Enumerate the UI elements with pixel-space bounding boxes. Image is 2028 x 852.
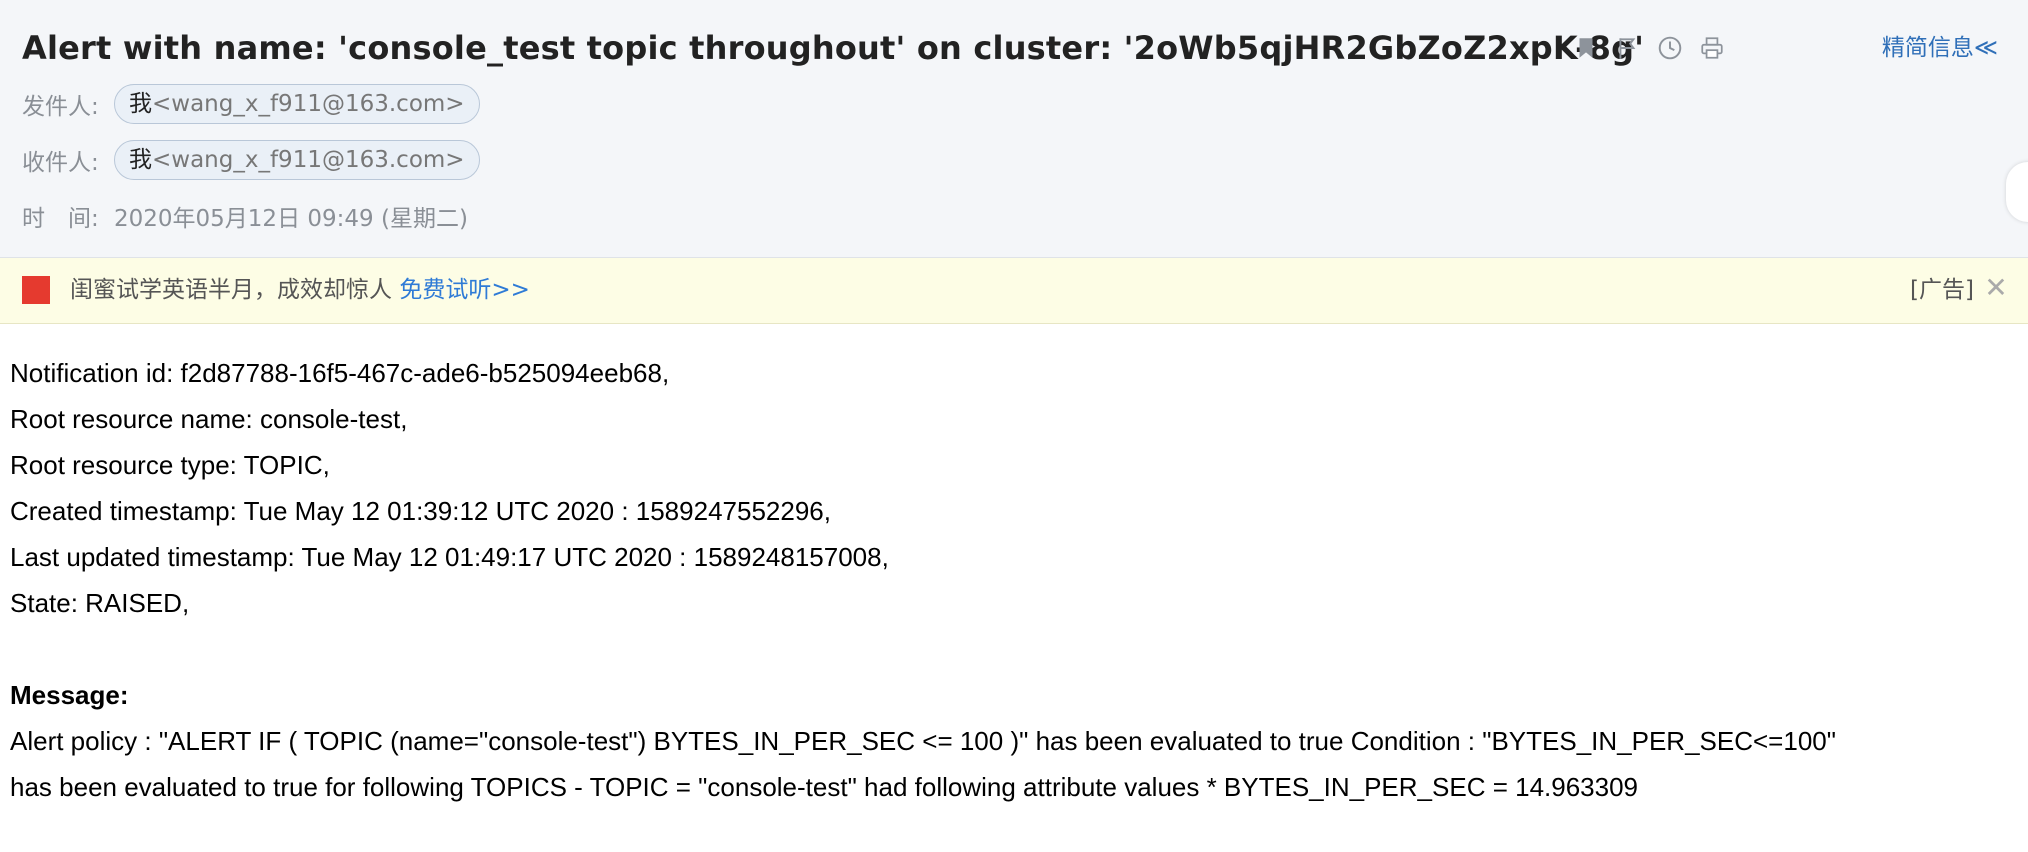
ad-link[interactable]: 免费试听>> [399,277,530,303]
recipient-contact-pill[interactable]: 我<wang_x_f911@163.com> [114,140,480,180]
email-subject: Alert with name: 'console_test topic thr… [22,29,1645,67]
print-icon[interactable] [1696,32,1728,64]
sender-me: 我 [129,91,152,117]
message-title: Message: [10,680,129,710]
recipient-row: 收件人: 我<wang_x_f911@163.com> [22,139,480,181]
ad-banner: 闺蜜试学英语半月，成效却惊人 免费试听>> [广告] ✕ [0,258,2028,324]
close-icon[interactable]: ✕ [1982,270,2010,306]
time-value: 2020年05月12日 09:49 (星期二) [114,206,468,232]
body-line: Root resource type: TOPIC, [10,450,330,480]
side-panel-handle[interactable] [2006,162,2028,222]
body-line: Root resource name: console-test, [10,404,408,434]
sender-row: 发件人: 我<wang_x_f911@163.com> [22,83,480,125]
ad-tag: [广告] [1910,277,1974,303]
recipient-address: <wang_x_f911@163.com> [152,147,465,173]
ad-text: 闺蜜试学英语半月，成效却惊人 [70,277,392,303]
body-line: Created timestamp: Tue May 12 01:39:12 U… [10,496,831,526]
mail-header: Alert with name: 'console_test topic thr… [0,0,2028,258]
recipient-label: 收件人: [22,150,99,176]
sender-label: 发件人: [22,94,99,120]
body-line: Last updated timestamp: Tue May 12 01:49… [10,542,889,572]
body-line: Notification id: f2d87788-16f5-467c-ade6… [10,358,670,388]
subject-toolbar [1570,32,1728,64]
ad-thumbnail-icon [22,276,50,304]
body-line: State: RAISED, [10,588,190,618]
message-line: has been evaluated to true for following… [10,772,1639,802]
flag-icon[interactable] [1612,32,1644,64]
brief-info-link[interactable]: 精简信息≪ [1882,30,1998,66]
recipient-me: 我 [129,147,152,173]
message-line: Alert policy : "ALERT IF ( TOPIC (name="… [10,726,1836,756]
ad-content: 闺蜜试学英语半月，成效却惊人 免费试听>> [70,272,530,308]
email-body: Notification id: f2d87788-16f5-467c-ade6… [10,350,2010,810]
time-row: 时 间: 2020年05月12日 09:49 (星期二) [22,195,468,237]
sender-contact-pill[interactable]: 我<wang_x_f911@163.com> [114,84,480,124]
sender-address: <wang_x_f911@163.com> [152,91,465,117]
clock-icon[interactable] [1654,32,1686,64]
time-label: 时 间: [22,206,99,232]
bookmark-icon[interactable] [1570,32,1602,64]
